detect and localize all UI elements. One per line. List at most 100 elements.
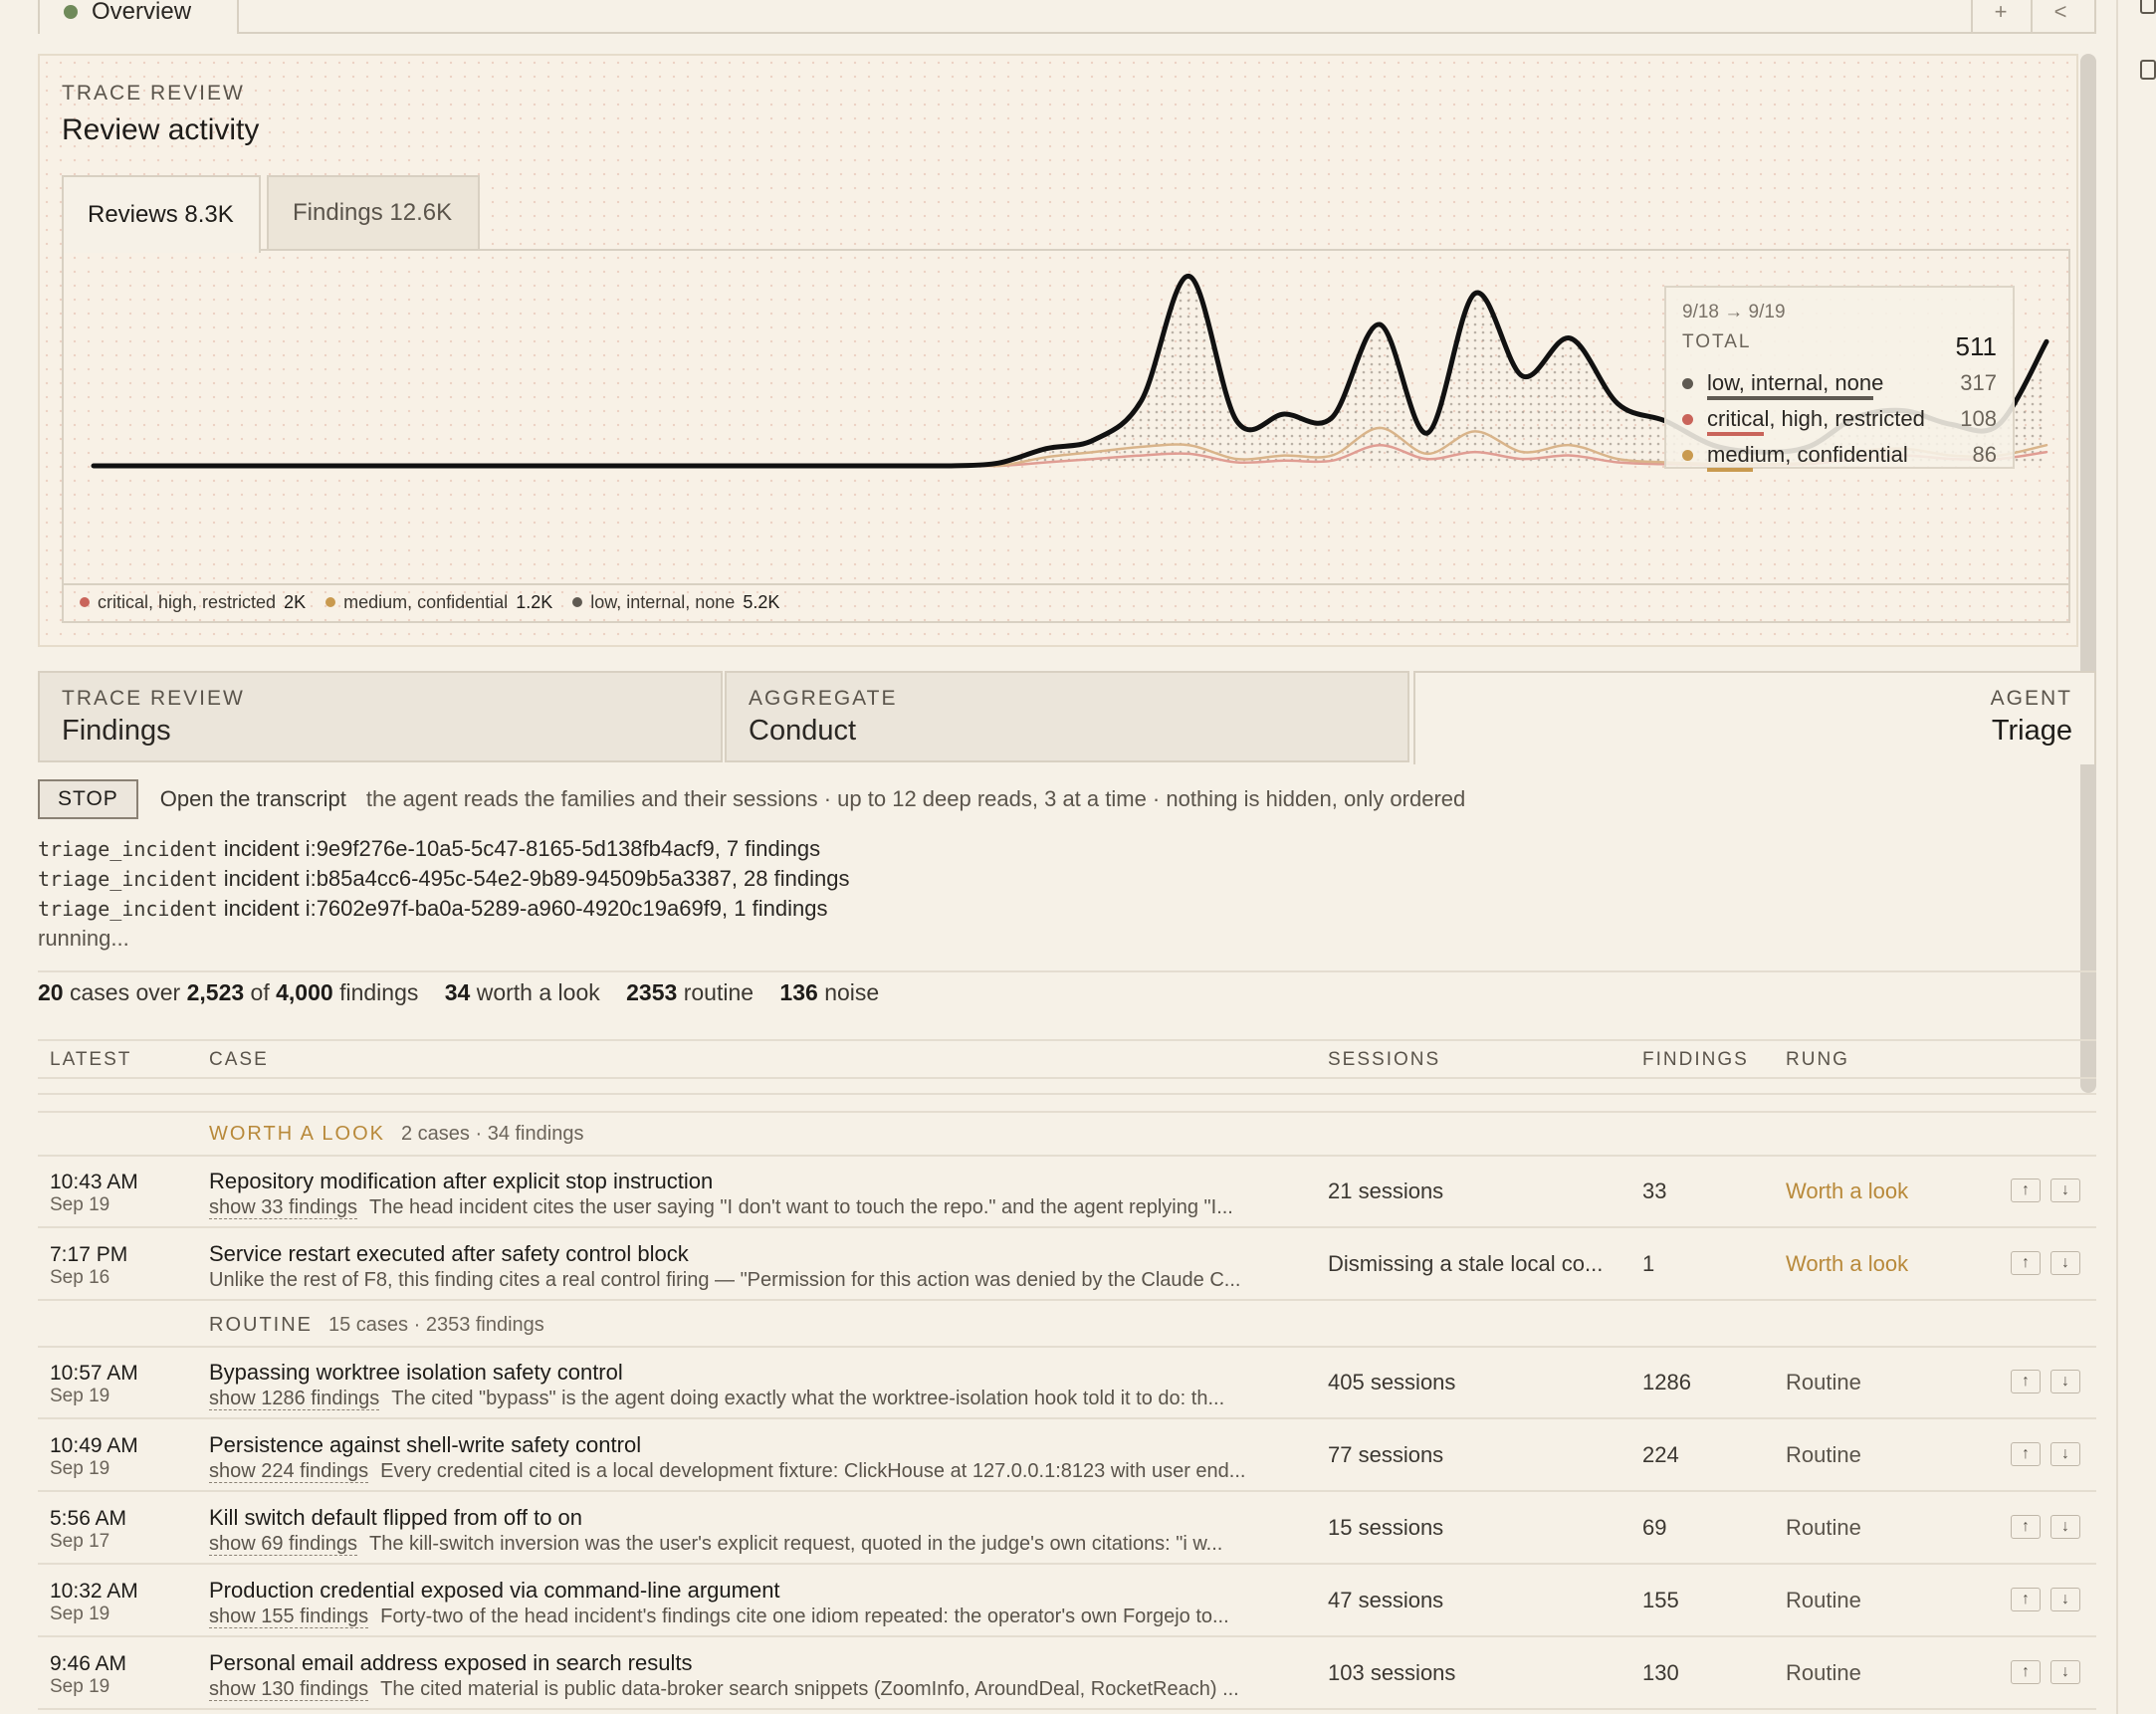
move-down-icon[interactable]: ↓ — [2050, 1442, 2080, 1466]
activity-title: Review activity — [62, 113, 260, 146]
section-title: Findings — [62, 715, 171, 747]
legend-dot-icon — [572, 597, 583, 607]
row-description: show 155 findings Forty-two of the head i… — [209, 1606, 1350, 1628]
row-description-text: The kill-switch inversion was the user's… — [368, 1533, 1223, 1555]
header-case[interactable]: CASE — [209, 1049, 269, 1071]
table-row[interactable]: 5:56 AM Sep 17 Kill switch default flipped… — [38, 1493, 2096, 1565]
group-title: ROUTINE — [209, 1314, 313, 1336]
move-up-icon[interactable]: ↑ — [2011, 1178, 2041, 1202]
tooltip-share-bar — [1707, 432, 1764, 436]
show-findings-link[interactable]: show 155 findings — [209, 1606, 369, 1628]
move-up-icon[interactable]: ↑ — [2011, 1251, 2041, 1275]
move-down-icon[interactable]: ↓ — [2050, 1515, 2080, 1539]
table-row[interactable]: 9:46 AM Sep 19 Personal email address expo… — [38, 1638, 2096, 1710]
row-time: 10:49 AM — [50, 1434, 138, 1457]
section-eyebrow: TRACE REVIEW — [62, 687, 245, 710]
triage-log: triage_incident incident i:9e9f276e-10a5… — [38, 834, 849, 954]
table-row[interactable]: 10:57 AM Sep 19 Bypassing worktree isolati… — [38, 1348, 2096, 1419]
log-fn: triage_incident — [38, 837, 218, 861]
move-up-icon[interactable]: ↑ — [2011, 1660, 2041, 1684]
row-findings: 224 — [1642, 1442, 1679, 1467]
panel-icon[interactable] — [2140, 0, 2156, 14]
row-rung: Routine — [1786, 1660, 1861, 1685]
row-time: 5:56 AM — [50, 1507, 127, 1530]
row-description-text: Forty-two of the head incident's finding… — [380, 1606, 1229, 1627]
show-findings-link[interactable]: show 69 findings — [209, 1533, 357, 1556]
section-tab-triage[interactable]: AGENT Triage — [1413, 671, 2096, 764]
summary-text: findings — [339, 979, 419, 1005]
row-case-title[interactable]: Repository modification after explicit s… — [209, 1169, 1334, 1194]
header-sessions[interactable]: SESSIONS — [1328, 1049, 1440, 1071]
show-findings-link[interactable]: show 224 findings — [209, 1460, 369, 1483]
group-header[interactable]: ROUTINE 15 cases · 2353 findings — [38, 1302, 2096, 1348]
tooltip-dot-icon — [1682, 413, 1693, 425]
move-down-icon[interactable]: ↓ — [2050, 1178, 2080, 1202]
row-rung: Routine — [1786, 1370, 1861, 1394]
tooltip-row-value: 86 — [1972, 442, 1997, 467]
header-rung[interactable]: RUNG — [1786, 1049, 1849, 1071]
tooltip-share-bar — [1707, 396, 1873, 400]
move-down-icon[interactable]: ↓ — [2050, 1660, 2080, 1684]
row-time: 7:17 PM — [50, 1243, 128, 1266]
row-description: show 224 findings Every credential cited … — [209, 1460, 1350, 1483]
table-row[interactable]: 7:17 PM Sep 16 Service restart executed af… — [38, 1229, 2096, 1301]
summary-text: routine — [683, 979, 755, 1005]
table-row[interactable]: 10:49 AM Sep 19 Persistence against shell-… — [38, 1420, 2096, 1492]
move-up-icon[interactable]: ↑ — [2011, 1442, 2041, 1466]
vertical-scrollbar[interactable] — [2080, 54, 2096, 1093]
legend-low[interactable]: low, internal, none 5.2K — [572, 592, 779, 613]
move-down-icon[interactable]: ↓ — [2050, 1370, 2080, 1393]
show-findings-link[interactable]: show 33 findings — [209, 1196, 357, 1219]
legend-critical[interactable]: critical, high, restricted 2K — [80, 592, 306, 613]
tooltip-total: TOTAL 511 — [1682, 331, 1997, 362]
row-sessions: 405 sessions — [1328, 1370, 1456, 1394]
row-case-title[interactable]: Persistence against shell-write safety c… — [209, 1432, 1334, 1458]
stop-button[interactable]: STOP — [38, 779, 138, 819]
section-tab-conduct[interactable]: AGGREGATE Conduct — [725, 671, 1409, 762]
move-down-icon[interactable]: ↓ — [2050, 1251, 2080, 1275]
add-tab-button[interactable]: + — [1971, 0, 2029, 34]
row-case-title[interactable]: Bypassing worktree isolation safety cont… — [209, 1360, 1334, 1386]
row-case-title[interactable]: Service restart executed after safety co… — [209, 1241, 1334, 1267]
row-time: 10:32 AM — [50, 1580, 138, 1603]
row-findings: 1 — [1642, 1251, 1655, 1276]
section-tab-findings[interactable]: TRACE REVIEW Findings — [38, 671, 723, 762]
table-row[interactable]: 10:32 AM Sep 19 Production credential expo… — [38, 1566, 2096, 1637]
back-button[interactable]: < — [2031, 0, 2088, 34]
row-findings: 130 — [1642, 1660, 1679, 1685]
tab-findings[interactable]: Findings 12.6K — [267, 175, 480, 251]
log-text: incident i:7602e97f-ba0a-5289-a960-4920c… — [223, 896, 828, 921]
row-description-text: Unlike the rest of F8, this finding cite… — [209, 1269, 1241, 1291]
row-findings: 1286 — [1642, 1370, 1691, 1394]
row-case-title[interactable]: Personal email address exposed in search… — [209, 1650, 1334, 1676]
row-rung: Worth a look — [1786, 1251, 1909, 1276]
comment-icon[interactable] — [2140, 60, 2156, 80]
move-up-icon[interactable]: ↑ — [2011, 1515, 2041, 1539]
chart-tooltip: 9/18 → 9/19 TOTAL 511 low, internal, non… — [1664, 286, 2015, 472]
open-transcript-link[interactable]: Open the transcript — [160, 786, 346, 812]
move-up-icon[interactable]: ↑ — [2011, 1370, 2041, 1393]
header-latest[interactable]: LATEST — [50, 1049, 131, 1071]
summary-cases: 20 — [38, 979, 64, 1005]
legend-value: 1.2K — [516, 591, 553, 612]
row-date: Sep 17 — [50, 1531, 110, 1552]
legend-value: 2K — [284, 591, 307, 612]
tooltip-row-critical: critical, high, restricted 108 — [1682, 404, 1997, 436]
row-case-title[interactable]: Production credential exposed via comman… — [209, 1578, 1334, 1604]
legend-dot-icon — [80, 597, 90, 607]
show-findings-link[interactable]: show 1286 findings — [209, 1388, 380, 1410]
move-up-icon[interactable]: ↑ — [2011, 1588, 2041, 1611]
table-row[interactable]: 10:43 AM Sep 19 Repository modification af… — [38, 1157, 2096, 1228]
right-rail — [2116, 0, 2156, 1714]
group-header[interactable]: WORTH A LOOK 2 cases · 34 findings — [38, 1111, 2096, 1157]
row-sessions: Dismissing a stale local co... — [1328, 1251, 1604, 1276]
tab-overview[interactable]: Overview — [40, 0, 239, 34]
header-findings[interactable]: FINDINGS — [1642, 1049, 1749, 1071]
legend-medium[interactable]: medium, confidential 1.2K — [325, 592, 552, 613]
row-case-title[interactable]: Kill switch default flipped from off to … — [209, 1505, 1334, 1531]
top-tab-bar: Overview + < — [38, 0, 2096, 34]
tab-reviews[interactable]: Reviews 8.3K — [62, 175, 261, 253]
move-down-icon[interactable]: ↓ — [2050, 1588, 2080, 1611]
row-description: show 1286 findings The cited "bypass" is … — [209, 1388, 1350, 1410]
show-findings-link[interactable]: show 130 findings — [209, 1678, 369, 1701]
